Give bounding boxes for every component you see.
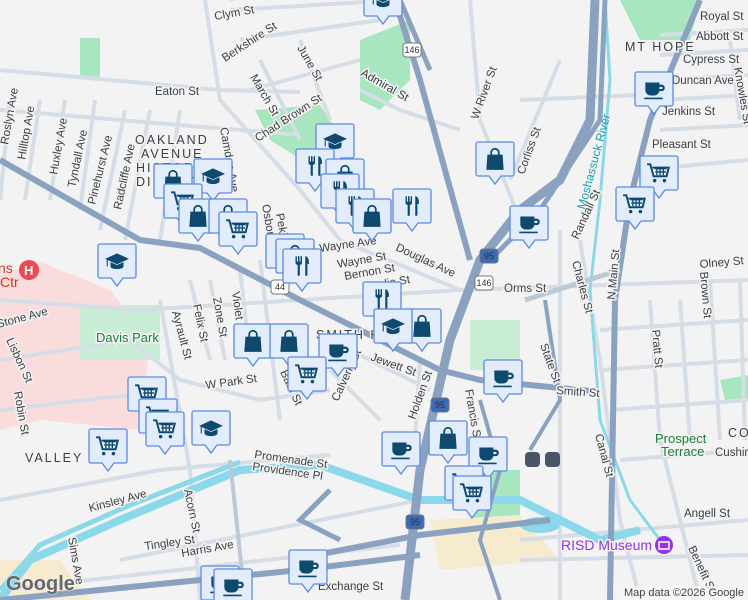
street-label: Pleasant St	[652, 139, 712, 151]
street-label: Abbott St	[696, 31, 744, 43]
street-label: Pratt St	[649, 329, 664, 369]
shopping-marker[interactable]	[352, 198, 392, 243]
museum-label[interactable]: RISD Museum	[560, 536, 654, 555]
svg-text:146: 146	[476, 278, 491, 288]
street-label: W Park St	[205, 373, 259, 392]
shopping-marker[interactable]	[233, 323, 273, 368]
cafe-marker[interactable]	[213, 568, 253, 600]
street-label: Eaton St	[155, 86, 200, 98]
street-label: Berkshire St	[220, 20, 280, 65]
park-label: Davis Park	[96, 330, 159, 345]
svg-text:95: 95	[410, 517, 420, 527]
svg-text:95: 95	[435, 400, 445, 410]
hospital-label: Ctr	[0, 274, 19, 290]
cafe-marker[interactable]	[381, 431, 421, 476]
grocery-marker[interactable]	[88, 428, 128, 473]
svg-text:95: 95	[484, 251, 494, 261]
route-shield: 146	[474, 275, 494, 291]
street-label: Smith St	[556, 385, 601, 400]
school-marker[interactable]	[191, 410, 231, 455]
restaurant-marker[interactable]	[392, 188, 432, 233]
route-shield: 95	[430, 397, 450, 413]
route-shield: 95	[479, 248, 499, 264]
street-label: Jenkins St	[662, 106, 716, 118]
neighborhood-label: OAKLAND	[135, 133, 209, 147]
neighborhood-label: CO	[728, 426, 748, 440]
street-label: Clym St	[213, 4, 256, 23]
map-canvas[interactable]: Eaton St Chad Brown St Admiral St Berksh…	[0, 0, 748, 600]
street-label: Ayrault St	[169, 310, 194, 362]
neighborhood-label: VALLEY	[25, 451, 83, 465]
grocery-marker[interactable]	[145, 411, 185, 456]
grocery-marker[interactable]	[218, 211, 258, 256]
shopping-marker[interactable]	[428, 420, 468, 465]
svg-text:146: 146	[404, 45, 419, 55]
cafe-marker[interactable]	[483, 359, 523, 404]
street-label: Brown St	[697, 271, 713, 319]
park-label: Terrace	[661, 444, 704, 459]
shopping-marker[interactable]	[475, 141, 515, 186]
street-label: Orms St	[504, 283, 547, 295]
street-label: Acorn St	[181, 488, 202, 534]
street-label: Royal St	[700, 11, 744, 23]
map-attribution[interactable]: Map data ©2026 Google	[619, 586, 748, 600]
cafe-marker[interactable]	[509, 205, 549, 250]
street-label: Exchange St	[318, 581, 384, 593]
street-label: Olney St	[699, 255, 745, 271]
museum-icon[interactable]	[655, 536, 673, 554]
route-shield: 95	[405, 514, 425, 530]
svg-text:44: 44	[275, 282, 285, 292]
google-logo: Google	[6, 573, 75, 595]
street-label: Angell St	[684, 508, 731, 520]
svg-text:H: H	[24, 263, 33, 278]
street-label: Corliss St	[516, 125, 544, 176]
street-label: Huxley Ave	[48, 117, 70, 176]
route-shield: 146	[402, 42, 422, 58]
street-label: Roslyn Ave	[0, 87, 21, 146]
hospital-icon[interactable]: H	[19, 260, 39, 280]
school-marker[interactable]	[97, 243, 137, 288]
neighborhood-label: AVENUE	[141, 147, 203, 161]
street-label: N Main St	[606, 248, 622, 300]
train-station-icon[interactable]	[525, 452, 560, 467]
street-label: Duncan Ave	[672, 75, 734, 87]
street-label: Cypress St	[683, 54, 740, 66]
school-marker[interactable]	[373, 308, 413, 353]
grocery-marker[interactable]	[615, 186, 655, 231]
street-label: Cushing	[715, 447, 748, 459]
neighborhood-label: MT HOPE	[625, 40, 696, 54]
street-label: Felix St	[190, 303, 210, 344]
